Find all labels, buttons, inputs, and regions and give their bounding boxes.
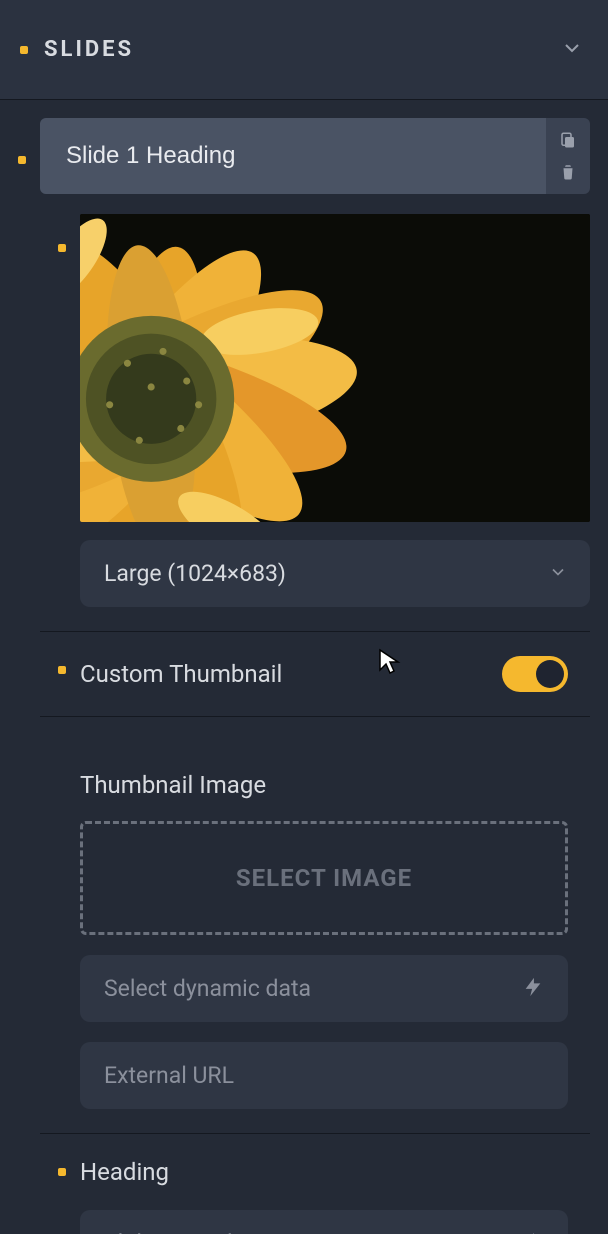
panel-header[interactable]: SLIDES <box>0 0 608 100</box>
drag-handle-icon[interactable] <box>58 244 66 252</box>
select-dynamic-data-label: Select dynamic data <box>104 975 311 1002</box>
custom-thumbnail-label: Custom Thumbnail <box>80 660 282 688</box>
heading-section: Heading Slide 1 Heading <box>40 1133 590 1234</box>
toggle-knob <box>536 660 564 688</box>
select-dynamic-data-button[interactable]: Select dynamic data <box>80 955 568 1022</box>
chevron-down-icon[interactable] <box>560 36 584 64</box>
heading-field[interactable]: Slide 1 Heading <box>80 1210 568 1234</box>
thumbnail-image-section: Thumbnail Image SELECT IMAGE Select dyna… <box>40 716 590 1109</box>
panel-body: Large (1024×683) Custom Thumbnail Thum <box>0 100 608 1234</box>
external-url-label: External URL <box>104 1062 234 1089</box>
bolt-icon <box>522 976 544 1002</box>
slide-card: Large (1024×683) Custom Thumbnail Thum <box>40 118 590 1234</box>
copy-icon[interactable] <box>556 128 580 152</box>
heading-field-value: Slide 1 Heading <box>104 1230 264 1234</box>
drag-handle-icon[interactable] <box>18 156 26 164</box>
panel-title: SLIDES <box>44 37 134 62</box>
thumbnail-image-label: Thumbnail Image <box>80 771 590 799</box>
select-image-button[interactable]: SELECT IMAGE <box>80 821 568 935</box>
slide-heading-row <box>40 118 590 194</box>
custom-thumbnail-section: Custom Thumbnail <box>40 631 590 692</box>
slide-image-preview[interactable] <box>80 214 590 522</box>
image-size-select-row: Large (1024×683) <box>80 540 590 607</box>
image-block: Large (1024×683) <box>80 214 590 607</box>
bolt-icon <box>522 1231 544 1234</box>
heading-section-label: Heading <box>80 1158 169 1186</box>
custom-thumbnail-toggle[interactable] <box>502 656 568 692</box>
drag-handle-icon[interactable] <box>58 1168 66 1176</box>
slide-heading-actions <box>546 118 590 194</box>
image-size-select[interactable]: Large (1024×683) <box>80 540 590 607</box>
drag-handle-icon[interactable] <box>58 666 66 674</box>
select-image-label: SELECT IMAGE <box>236 864 412 892</box>
external-url-button[interactable]: External URL <box>80 1042 568 1109</box>
delete-icon[interactable] <box>556 160 580 184</box>
slide-heading-input[interactable] <box>40 118 546 194</box>
